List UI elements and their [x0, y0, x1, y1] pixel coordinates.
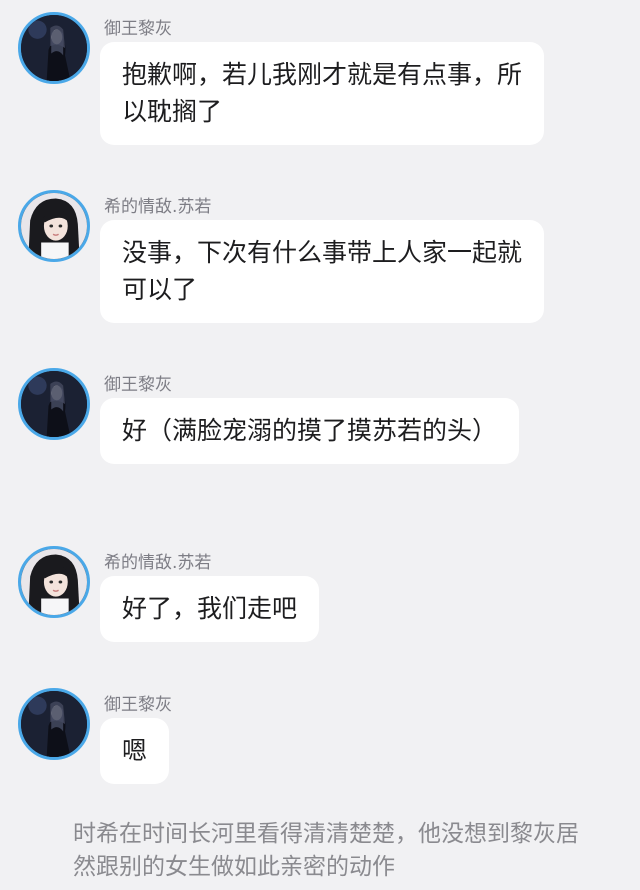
sender-name: 御王黎灰 — [104, 695, 172, 715]
sender-name: 希的情敌.苏若 — [104, 553, 212, 573]
avatar[interactable] — [18, 688, 90, 760]
message-bubble[interactable]: 嗯 — [100, 718, 170, 784]
avatar-girl-portrait-icon — [21, 549, 87, 615]
chat-view: 御王黎灰 抱歉啊，若儿我刚才就是有点事，所以耽搁了 希的情敌.苏若 没事，下次有… — [0, 0, 640, 890]
message-bubble[interactable]: 抱歉啊，若儿我刚才就是有点事，所以耽搁了 — [100, 42, 544, 145]
avatar[interactable] — [18, 368, 90, 440]
sender-name: 希的情敌.苏若 — [104, 197, 212, 217]
sender-name: 御王黎灰 — [104, 375, 172, 395]
message-bubble[interactable]: 没事，下次有什么事带上人家一起就可以了 — [100, 220, 544, 323]
avatar-dark-robed-figure-icon — [21, 371, 87, 437]
sender-name: 御王黎灰 — [104, 19, 172, 39]
avatar-dark-robed-figure-icon — [21, 691, 87, 757]
avatar[interactable] — [18, 12, 90, 84]
avatar-girl-portrait-icon — [21, 193, 87, 259]
narration-text: 时希在时间长河里看得清清楚楚，他没想到黎灰居然跟别的女生做如此亲密的动作 — [73, 821, 579, 880]
avatar[interactable] — [18, 190, 90, 262]
avatar[interactable] — [18, 546, 90, 618]
message-bubble[interactable]: 好（满脸宠溺的摸了摸苏若的头） — [100, 398, 520, 464]
avatar-dark-robed-figure-icon — [21, 15, 87, 81]
message-bubble[interactable]: 好了，我们走吧 — [100, 576, 320, 642]
